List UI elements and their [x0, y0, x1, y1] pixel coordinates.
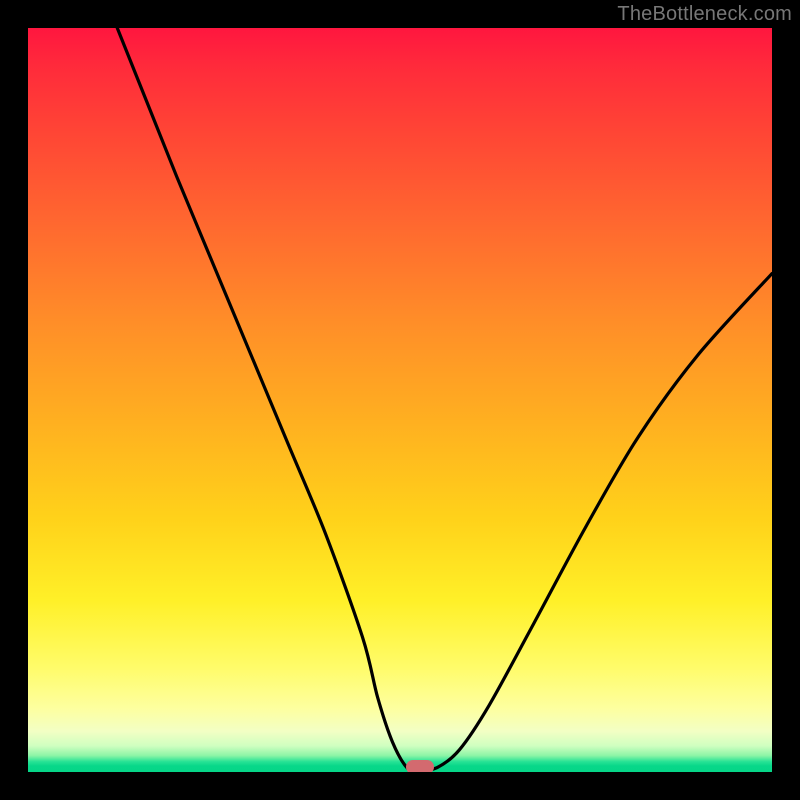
- bottleneck-curve: [117, 28, 772, 771]
- curve-svg: [28, 28, 772, 772]
- chart-frame: TheBottleneck.com: [0, 0, 800, 800]
- optimal-marker: [406, 760, 434, 772]
- plot-area: [28, 28, 772, 772]
- watermark-text: TheBottleneck.com: [617, 3, 792, 26]
